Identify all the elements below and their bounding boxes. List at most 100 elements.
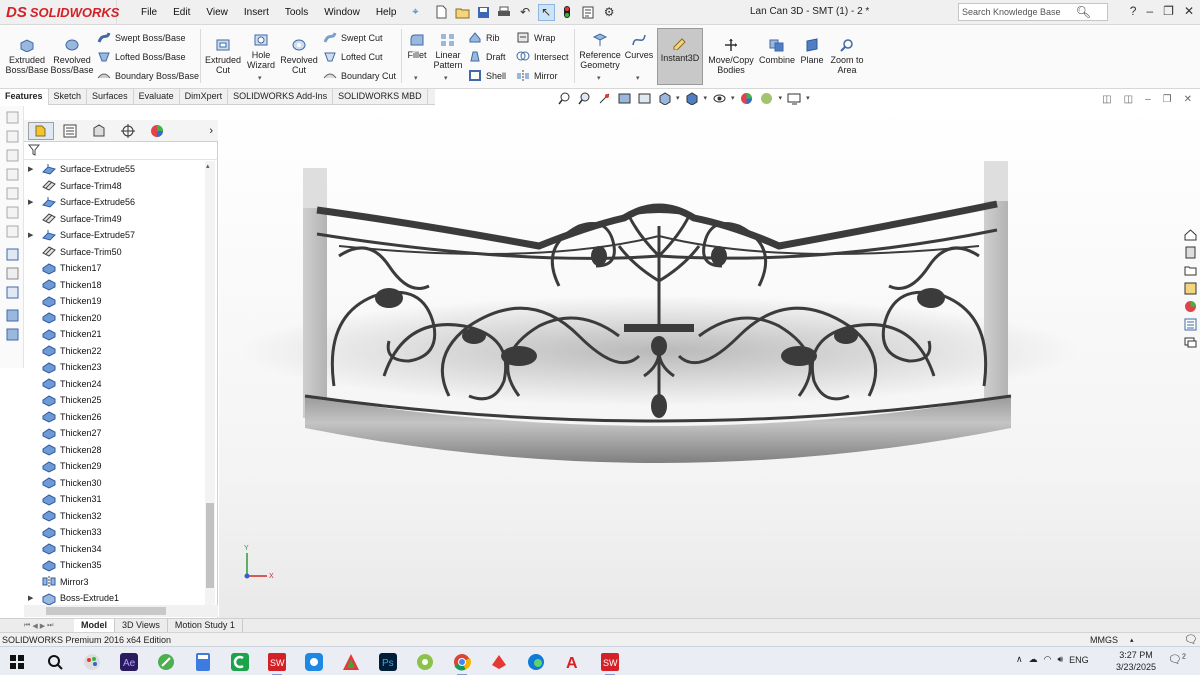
help-icon[interactable]: ? (1130, 4, 1137, 18)
camtasia-icon[interactable] (229, 651, 251, 673)
view-orientation-icon[interactable] (656, 91, 672, 105)
tree-item[interactable]: ▶ Surface-Extrude55 (24, 161, 204, 178)
search-input[interactable]: Search Knowledge Base (962, 7, 1061, 17)
restore-icon[interactable]: ❐ (1163, 4, 1174, 18)
intersect-button[interactable]: Intersect (515, 48, 569, 65)
tab-addins[interactable]: SOLIDWORKS Add-Ins (228, 89, 334, 105)
display-manager-tab-icon[interactable] (144, 122, 170, 140)
apply-scene-icon[interactable] (759, 91, 775, 105)
edge-icon[interactable] (525, 651, 547, 673)
orientation-dropdown-icon[interactable]: ▾ (676, 94, 680, 102)
custom-properties-icon[interactable] (1182, 316, 1198, 332)
tree-vertical-scrollbar[interactable]: ▴ ▾ (205, 161, 215, 613)
swept-cut-button[interactable]: Swept Cut (322, 29, 383, 46)
tree-item[interactable]: Thicken28 (24, 442, 204, 459)
app-green-swirl-icon[interactable] (414, 651, 436, 673)
scrollbar-thumb[interactable] (206, 503, 214, 588)
windows-start-icon[interactable] (6, 651, 28, 673)
zoom-to-area-button[interactable]: Zoom to Area (828, 37, 866, 75)
solidworks-taskbar-icon[interactable]: SW (266, 651, 288, 675)
lofted-boss-button[interactable]: Lofted Boss/Base (96, 48, 186, 65)
tree-item[interactable]: Thicken22 (24, 343, 204, 360)
extruded-boss-button[interactable]: Extruded Boss/Base (5, 37, 49, 75)
tree-item[interactable]: Thicken27 (24, 425, 204, 442)
file-properties-icon[interactable] (580, 4, 597, 21)
tree-item[interactable]: Thicken30 (24, 475, 204, 492)
prev-tab-icon[interactable]: ◀ (32, 622, 37, 630)
reference-geometry-dropdown-icon[interactable]: ▾ (597, 74, 601, 82)
minimize-icon[interactable]: ‒ (1146, 4, 1153, 18)
zoom-area-icon[interactable] (576, 91, 592, 105)
tree-item[interactable]: Thicken31 (24, 491, 204, 508)
section-view-icon[interactable] (616, 91, 632, 105)
combine-button[interactable]: Combine (758, 37, 796, 65)
strip-tool-icon[interactable] (4, 327, 20, 342)
first-tab-icon[interactable]: ⏮ (24, 622, 30, 630)
hole-wizard-dropdown-icon[interactable]: ▾ (258, 74, 262, 82)
menu-edit[interactable]: Edit (165, 7, 198, 18)
dimxpert-manager-tab-icon[interactable] (115, 122, 141, 140)
strip-tool-icon[interactable] (4, 129, 20, 144)
configuration-manager-tab-icon[interactable] (86, 122, 112, 140)
plane-button[interactable]: Plane (797, 37, 827, 65)
tree-item[interactable]: Thicken18 (24, 277, 204, 294)
app-triangle-icon[interactable] (340, 651, 362, 673)
file-explorer-icon[interactable] (1182, 262, 1198, 278)
view-settings-icon[interactable] (786, 91, 802, 105)
after-effects-icon[interactable]: Ae (118, 651, 140, 673)
tree-item[interactable]: Thicken26 (24, 409, 204, 426)
menu-tools[interactable]: Tools (277, 7, 316, 18)
tree-item[interactable]: Thicken24 (24, 376, 204, 393)
tree-item[interactable]: Thicken17 (24, 260, 204, 277)
tree-item[interactable]: Thicken29 (24, 458, 204, 475)
tree-item[interactable]: ▶ Surface-Extrude57 (24, 227, 204, 244)
taskbar-clock[interactable]: 3:27 PM 3/23/2025 (1116, 649, 1156, 673)
expand-arrow-icon[interactable]: ▶ (28, 231, 33, 239)
edit-appearance-icon[interactable] (739, 91, 755, 105)
mirror-button[interactable]: Mirror (515, 67, 558, 84)
previous-view-icon[interactable] (596, 91, 612, 105)
display-style-dropdown-icon[interactable]: ▾ (704, 94, 708, 102)
rebuild-icon[interactable] (559, 4, 576, 21)
viewport-minimize-icon[interactable]: ‒ (1145, 94, 1151, 105)
tree-item[interactable]: Thicken23 (24, 359, 204, 376)
strip-tool-icon[interactable] (4, 247, 20, 262)
tree-item[interactable]: Surface-Trim50 (24, 244, 204, 261)
tab-features[interactable]: Features (0, 89, 49, 105)
tab-model[interactable]: Model (74, 619, 115, 632)
tree-horizontal-scrollbar[interactable] (24, 605, 218, 617)
undo-icon[interactable]: ↶ (517, 4, 534, 21)
instant3d-button[interactable]: Instant3D (657, 28, 703, 85)
shell-button[interactable]: Shell (467, 67, 506, 84)
filter-icon[interactable] (27, 144, 41, 159)
tree-item[interactable]: Surface-Trim48 (24, 178, 204, 195)
solidworks-2-taskbar-icon[interactable]: SW (599, 651, 621, 675)
hole-wizard-button[interactable]: Hole Wizard (242, 32, 280, 70)
expand-arrow-icon[interactable]: ▶ (28, 198, 33, 206)
design-library-icon[interactable] (1182, 244, 1198, 260)
tree-item[interactable]: Thicken21 (24, 326, 204, 343)
messages-icon[interactable]: 🗨︎ (1184, 633, 1198, 646)
zoom-to-fit-icon[interactable] (556, 91, 572, 105)
panel-expand-icon[interactable]: ◫ (1124, 94, 1133, 105)
language-indicator[interactable]: ENG (1069, 655, 1089, 665)
boundary-cut-button[interactable]: Boundary Cut (322, 67, 396, 84)
options-gear-icon[interactable]: ⚙ (601, 4, 618, 21)
strip-tool-icon[interactable] (4, 308, 20, 323)
strip-tool-icon[interactable] (4, 205, 20, 220)
tree-item[interactable]: Surface-Trim49 (24, 211, 204, 228)
appearances-icon[interactable] (1182, 298, 1198, 314)
pattern-dropdown-icon[interactable]: ▾ (444, 74, 448, 82)
graphics-area[interactable]: X Y (219, 106, 1200, 620)
chrome-icon[interactable] (451, 651, 473, 675)
tab-surfaces[interactable]: Surfaces (87, 89, 134, 105)
acrobat-icon[interactable]: A (562, 651, 584, 673)
hide-show-dropdown-icon[interactable]: ▾ (731, 94, 735, 102)
feature-manager-tab-icon[interactable] (28, 121, 54, 140)
chevron-right-icon[interactable]: › (209, 125, 213, 137)
tray-expand-icon[interactable]: ∧ (1016, 654, 1023, 665)
strip-tool-icon[interactable] (4, 110, 20, 125)
fillet-button[interactable]: Fillet (404, 32, 430, 60)
move-copy-bodies-button[interactable]: Move/Copy Bodies (706, 37, 756, 75)
print-icon[interactable] (496, 4, 513, 21)
